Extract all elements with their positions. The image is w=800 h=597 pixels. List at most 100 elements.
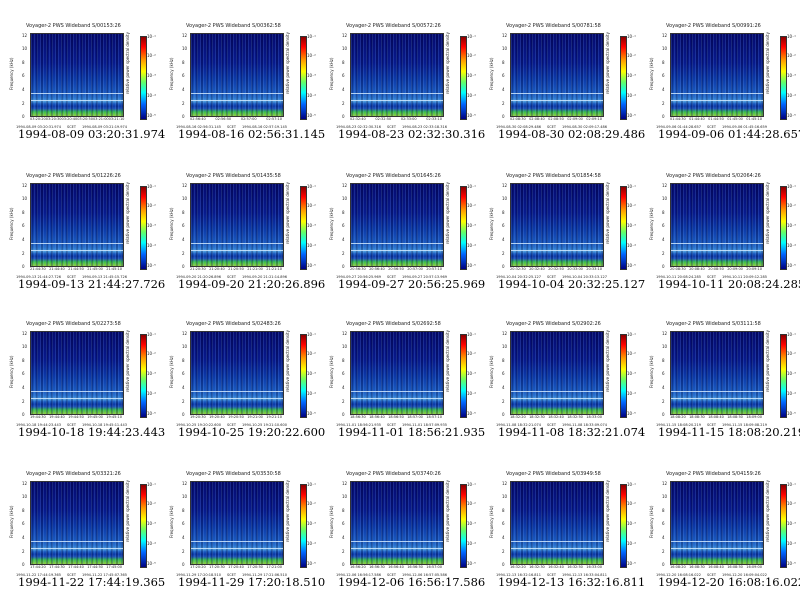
x-tick-label: 02:57:00 (240, 117, 257, 121)
colorbar-tick-label: 10⁻¹ (147, 184, 156, 189)
spectrogram-image (671, 34, 763, 116)
y-tick-label: 4 (662, 87, 665, 92)
x-tick-label: 21:44:50 (68, 267, 84, 271)
spectrogram-plot (30, 33, 124, 117)
panel-caption: 1994-08-16 02:56:31.145 (178, 127, 326, 141)
y-axis-label: Frequency (kHz) (649, 57, 654, 90)
x-tick-row: 02:08:30 02:08:40 02:08:50 02:09:00 02:09:10 (510, 117, 602, 121)
x-tick-label: 18:08:40 (708, 415, 724, 419)
spectrogram-cell: Voyager-2 PWS Wideband S/02902:26 Frequen… (480, 298, 645, 447)
emission-line (671, 398, 763, 400)
y-tick-label: 6 (502, 521, 505, 526)
colorbar-label: relative power spectral density (125, 182, 130, 244)
y-tick-label: 8 (182, 60, 185, 65)
emission-line (351, 100, 443, 102)
panel-title-prefix: Voyager-2 PWS Wideband (26, 23, 91, 29)
spectrogram-plot (350, 183, 444, 267)
panel-caption: 1994-11-15 18:08:20.219 (658, 425, 800, 439)
panel-caption: 1994-09-13 21:44:27.726 (18, 277, 166, 291)
panel-caption: 1994-11-08 18:32:21.074 (498, 425, 646, 439)
y-tick-label: 12 (502, 481, 508, 486)
spectrogram-cell: Voyager-2 PWS Wideband S/00362:58 Frequen… (160, 0, 325, 149)
x-tick-label: 18:56:40 (369, 415, 385, 419)
colorbar-tick-label: 10⁻⁵ (147, 561, 156, 566)
spectrogram-image (191, 332, 283, 414)
x-tick-label: 19:20:50 (228, 415, 244, 419)
x-tick-label: 19:21:00 (247, 415, 263, 419)
x-tick-label: 17:20:20 (190, 565, 206, 569)
x-tick-label: 21:44:40 (49, 267, 65, 271)
y-axis-label: Frequency (kHz) (649, 505, 654, 538)
x-tick-label: 20:09:10 (746, 267, 762, 271)
colorbar-label: relative power spectral density (445, 182, 450, 244)
x-tick-label: 20:33:10 (586, 267, 602, 271)
panel-title: Voyager-2 PWS Wideband S/03949:58 (506, 471, 601, 477)
spectrogram-plot (510, 331, 604, 415)
spectrogram-cell: Voyager-2 PWS Wideband S/03949:58 Frequen… (480, 448, 645, 597)
x-tick-label: 20:57:00 (407, 267, 423, 271)
y-tick-label: 10 (22, 196, 28, 201)
spectrogram-cell: Voyager-2 PWS Wideband S/02692:58 Frequen… (320, 298, 485, 447)
colorbar-label: relative power spectral density (285, 480, 290, 542)
spectrogram-cell: Voyager-2 PWS Wideband S/00781:58 Frequen… (480, 0, 645, 149)
y-tick-label: 10 (182, 46, 188, 51)
y-axis-label: Frequency (kHz) (489, 355, 494, 388)
y-tick-label: 2 (662, 399, 665, 404)
y-tick-label: 4 (182, 87, 185, 92)
x-tick-label: 02:09:10 (586, 117, 602, 121)
emission-line (671, 548, 763, 550)
panel-title-prefix: Voyager-2 PWS Wideband (506, 173, 571, 179)
x-tick-label: 18:33:00 (586, 415, 602, 419)
emission-line (351, 548, 443, 550)
panel-id: S/01435:58 (252, 173, 281, 179)
colorbar-tick-label: 10⁻² (307, 53, 316, 58)
spectrogram-plot (30, 481, 124, 565)
colorbar-tick-label: 10⁻³ (307, 521, 316, 526)
colorbar (780, 484, 787, 568)
colorbar-tick-label: 10⁻³ (787, 521, 796, 526)
panel-id: S/03740:26 (412, 471, 441, 477)
y-tick-label: 0 (22, 114, 25, 119)
x-tick-label: 16:56:50 (407, 565, 423, 569)
x-tick-label: 16:32:20 (510, 565, 526, 569)
y-tick-label: 6 (182, 521, 185, 526)
y-axis-label: Frequency (kHz) (169, 355, 174, 388)
spectrogram-plot (670, 331, 764, 415)
x-tick-label: 18:32:40 (548, 415, 564, 419)
x-tick-label: 18:08:50 (727, 415, 743, 419)
colorbar-tick-label: 10⁻⁵ (787, 263, 796, 268)
colorbar (140, 186, 147, 270)
y-tick-label: 10 (182, 494, 188, 499)
colorbar-tick-label: 10⁻⁴ (467, 541, 476, 546)
colorbar-tick-label: 10⁻¹ (467, 482, 476, 487)
colorbar-tick-label: 10⁻³ (787, 73, 796, 78)
y-tick-label: 12 (342, 183, 348, 188)
y-tick-label: 2 (502, 251, 505, 256)
y-tick-label: 12 (662, 481, 668, 486)
panel-title-prefix: Voyager-2 PWS Wideband (506, 321, 571, 327)
panel-caption: 1994-12-13 16:32:16.811 (498, 575, 646, 589)
spectrogram-image (671, 332, 763, 414)
spectrogram-plot (670, 183, 764, 267)
spectrogram-cell: Voyager-2 PWS Wideband S/04159:26 Frequen… (640, 448, 800, 597)
x-tick-label: 20:56:50 (388, 267, 404, 271)
spectrogram-image (191, 184, 283, 266)
y-tick-label: 2 (182, 101, 185, 106)
emission-line (31, 250, 123, 252)
colorbar-tick-label: 10⁻³ (147, 521, 156, 526)
colorbar-tick-label: 10⁻⁵ (467, 411, 476, 416)
colorbar-label: relative power spectral density (445, 32, 450, 94)
y-tick-label: 12 (22, 33, 28, 38)
x-tick-label: 03:20:20 (30, 117, 46, 121)
y-tick-label: 6 (342, 223, 345, 228)
spectrogram-image (511, 482, 603, 564)
panel-caption: 1994-08-23 02:32:30.316 (338, 127, 486, 141)
colorbar-tick-label: 10⁻³ (787, 223, 796, 228)
y-tick-label: 0 (342, 562, 345, 567)
panel-caption: 1994-08-30 02:08:29.486 (498, 127, 646, 141)
y-tick-label: 4 (22, 385, 25, 390)
y-tick-label: 2 (182, 251, 185, 256)
colorbar-tick-label: 10⁻⁴ (147, 93, 156, 98)
panel-title: Voyager-2 PWS Wideband S/03740:26 (346, 471, 441, 477)
y-tick-label: 10 (182, 196, 188, 201)
